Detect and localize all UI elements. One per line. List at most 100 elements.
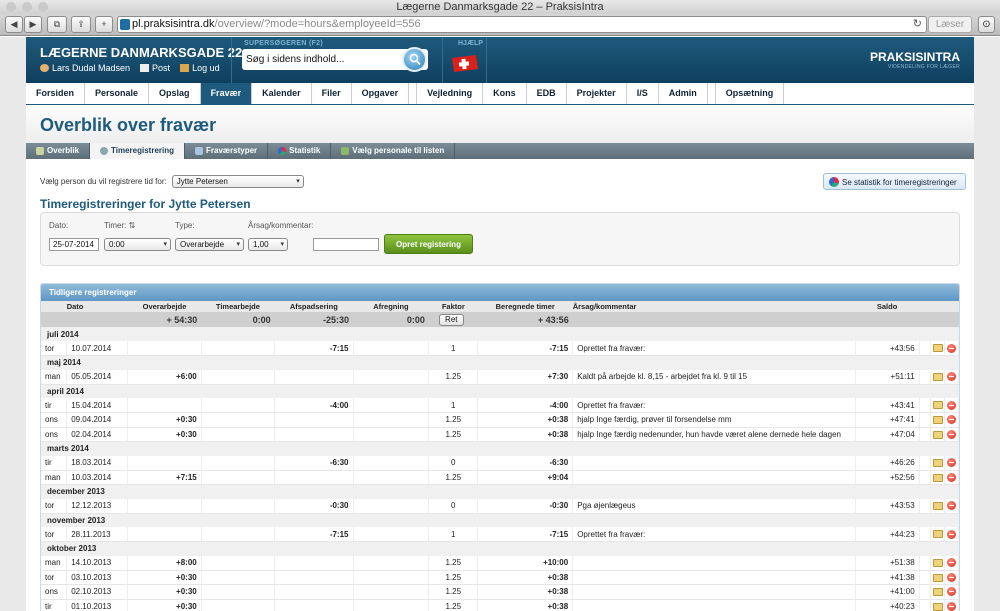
col-afspadsering[interactable]: Afspadsering xyxy=(274,301,353,312)
edit-note-icon[interactable] xyxy=(932,458,943,467)
tab-vejledning[interactable]: Vejledning xyxy=(417,83,484,104)
tab-opslag[interactable]: Opslag xyxy=(149,83,201,104)
edit-note-icon[interactable] xyxy=(932,372,943,381)
subtab-vaelg-personale[interactable]: Vælg personale til listen xyxy=(331,143,456,159)
brand-logo[interactable]: PRAKSISINTRA VIDENDELING FOR LÆGER xyxy=(870,50,960,70)
reader-button[interactable]: Læser xyxy=(928,16,972,33)
header-divider xyxy=(442,37,443,83)
tab-fravaer[interactable]: Fravær xyxy=(200,83,253,104)
tab-is[interactable]: I/S xyxy=(627,83,659,104)
first-aid-kit-icon[interactable] xyxy=(448,52,480,73)
subtab-timeregistrering[interactable]: Timeregistrering xyxy=(90,143,185,159)
url-path: /overview/?mode=hours&employeeId=556 xyxy=(214,18,421,30)
delete-icon[interactable] xyxy=(947,587,957,597)
col-overarbejde[interactable]: Overarbejde xyxy=(127,301,202,312)
delete-icon[interactable] xyxy=(947,601,957,611)
date-input[interactable]: 25-07-2014 xyxy=(49,238,99,251)
user-link[interactable]: Lars Dudal Madsen xyxy=(40,63,130,73)
tab-personale[interactable]: Personale xyxy=(85,83,150,104)
edit-note-icon[interactable] xyxy=(932,416,943,425)
search-button[interactable] xyxy=(402,47,427,72)
tab-opsaetning[interactable]: Opsætning xyxy=(716,83,785,104)
spacer-cell xyxy=(919,412,932,428)
col-faktor[interactable]: Faktor xyxy=(428,301,478,312)
forward-button[interactable]: ▶ xyxy=(24,16,42,33)
delete-icon[interactable] xyxy=(947,400,957,410)
edit-note-icon[interactable] xyxy=(932,344,943,353)
tab-projekter[interactable]: Projekter xyxy=(567,83,627,104)
col-dato[interactable]: Dato xyxy=(66,301,128,312)
delete-icon[interactable] xyxy=(947,415,957,425)
share-button[interactable]: ⇪ xyxy=(71,16,91,33)
tab-edb[interactable]: EDB xyxy=(527,83,567,104)
show-all-tabs-button[interactable]: ⧉ xyxy=(47,16,67,33)
factor-select[interactable]: 1,00 xyxy=(248,238,288,251)
downloads-button[interactable]: ⊙ xyxy=(978,16,995,33)
reason-input[interactable] xyxy=(313,238,379,251)
user-icon xyxy=(40,64,49,72)
edit-factor-button[interactable]: Ret xyxy=(439,313,464,326)
close-window-icon[interactable] xyxy=(6,2,16,12)
edit-note-icon[interactable] xyxy=(932,501,943,510)
delete-icon[interactable] xyxy=(947,458,957,468)
afregning-cell xyxy=(353,427,430,442)
edit-note-icon[interactable] xyxy=(932,430,943,439)
afspadsering-cell xyxy=(274,584,354,600)
subtab-statistik[interactable]: Statistik xyxy=(268,143,332,159)
col-aarsag[interactable]: Årsag/kommentar xyxy=(572,301,855,312)
help-label: HJÆLP xyxy=(458,40,483,47)
tab-kalender[interactable]: Kalender xyxy=(252,83,312,104)
edit-note-icon[interactable] xyxy=(932,588,943,597)
edit-note-icon[interactable] xyxy=(932,473,943,482)
hours-select[interactable]: 0:00 xyxy=(104,238,171,251)
delete-icon[interactable] xyxy=(947,472,957,482)
col-timearbejde[interactable]: Timearbejde xyxy=(201,301,275,312)
person-select-row: Vælg person du vil registrere tid for: J… xyxy=(40,175,304,188)
tab-admin[interactable]: Admin xyxy=(659,83,708,104)
col-afregning[interactable]: Afregning xyxy=(353,301,429,312)
tab-kons[interactable]: Kons xyxy=(483,83,527,104)
edit-note-icon[interactable] xyxy=(932,530,943,539)
tab-filer[interactable]: Filer xyxy=(312,83,352,104)
back-button[interactable]: ◀ xyxy=(5,16,23,33)
col-beregnede-timer[interactable]: Beregnede timer xyxy=(477,301,573,312)
person-select[interactable]: Jytte Petersen xyxy=(171,175,304,188)
see-statistics-button[interactable]: Se statistik for timeregistreringer xyxy=(823,173,966,190)
date-cell: 03.10.2013 xyxy=(66,570,129,585)
delete-icon[interactable] xyxy=(947,572,957,582)
subtab-fravaerstyper[interactable]: Fraværstyper xyxy=(185,143,269,159)
address-bar[interactable]: pl.praksisintra.dk/overview/?mode=hours&… xyxy=(117,16,927,33)
delete-icon[interactable] xyxy=(947,343,957,353)
create-registration-button[interactable]: Opret registering xyxy=(384,234,473,254)
edit-note-icon[interactable] xyxy=(932,573,943,582)
subtab-overblik[interactable]: Overblik xyxy=(26,143,91,159)
edit-note-icon[interactable] xyxy=(932,401,943,410)
reload-icon[interactable]: ↻ xyxy=(913,17,922,32)
edit-note-icon[interactable] xyxy=(932,602,943,611)
tab-forsiden[interactable]: Forsiden xyxy=(26,83,86,104)
edit-cell xyxy=(930,527,946,542)
logout-link[interactable]: Log ud xyxy=(180,63,220,73)
site-title[interactable]: LÆGERNE DANMARKSGADE 22 xyxy=(40,45,242,60)
delete-icon[interactable] xyxy=(947,558,957,568)
month-group-row: april 2014 xyxy=(41,384,959,398)
search-input[interactable]: Søg i sidens indhold... xyxy=(242,49,428,70)
date-cell: 02.10.2013 xyxy=(66,584,129,600)
new-tab-button[interactable]: + xyxy=(95,16,113,33)
type-select[interactable]: Overarbejde xyxy=(175,238,244,251)
post-link[interactable]: Post xyxy=(140,63,170,73)
col-saldo[interactable]: Saldo xyxy=(855,301,920,312)
delete-icon[interactable] xyxy=(947,372,957,382)
delete-icon[interactable] xyxy=(947,429,957,439)
edit-note-icon[interactable] xyxy=(932,558,943,567)
sort-icon[interactable]: ⇅ xyxy=(129,221,136,230)
delete-icon[interactable] xyxy=(947,529,957,539)
delete-icon[interactable] xyxy=(947,501,957,511)
download-icon: ⊙ xyxy=(982,19,991,30)
date-cell: 12.12.2013 xyxy=(66,498,129,514)
tab-opgaver[interactable]: Opgaver xyxy=(352,83,410,104)
afregning-cell xyxy=(353,398,430,413)
minimize-window-icon[interactable] xyxy=(22,2,32,12)
zoom-window-icon[interactable] xyxy=(38,2,48,12)
beregnet-cell: +0:38 xyxy=(477,584,574,600)
